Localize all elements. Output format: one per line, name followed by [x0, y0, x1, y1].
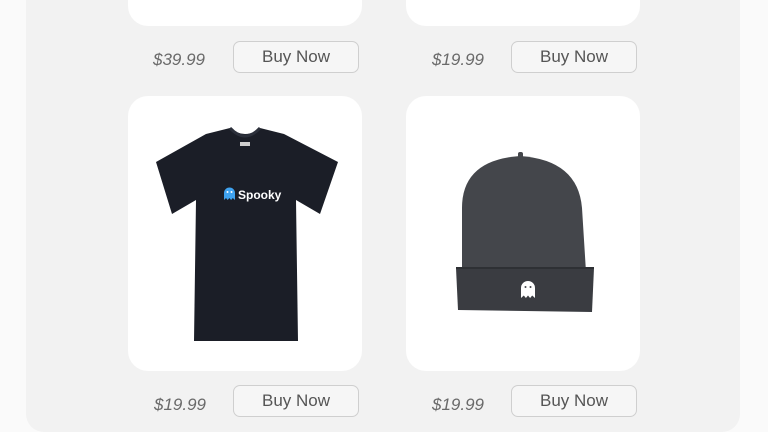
buy-now-button[interactable]: Buy Now	[511, 41, 637, 73]
product-card[interactable]	[406, 0, 640, 26]
buy-now-button[interactable]: Buy Now	[511, 385, 637, 417]
product-card[interactable]	[128, 0, 362, 26]
ghost-logo-icon	[521, 281, 535, 298]
product-card[interactable]: Spooky	[128, 96, 362, 371]
buy-now-button[interactable]: Buy Now	[233, 41, 359, 73]
product-grid: $39.99 Buy Now $19.99 Buy Now Spooky $19…	[26, 0, 740, 432]
product-card[interactable]	[406, 96, 640, 371]
tshirt-image: Spooky	[156, 126, 338, 341]
beanie-image	[456, 152, 594, 312]
buy-now-button[interactable]: Buy Now	[233, 385, 359, 417]
spooky-logo-text: Spooky	[238, 188, 282, 202]
